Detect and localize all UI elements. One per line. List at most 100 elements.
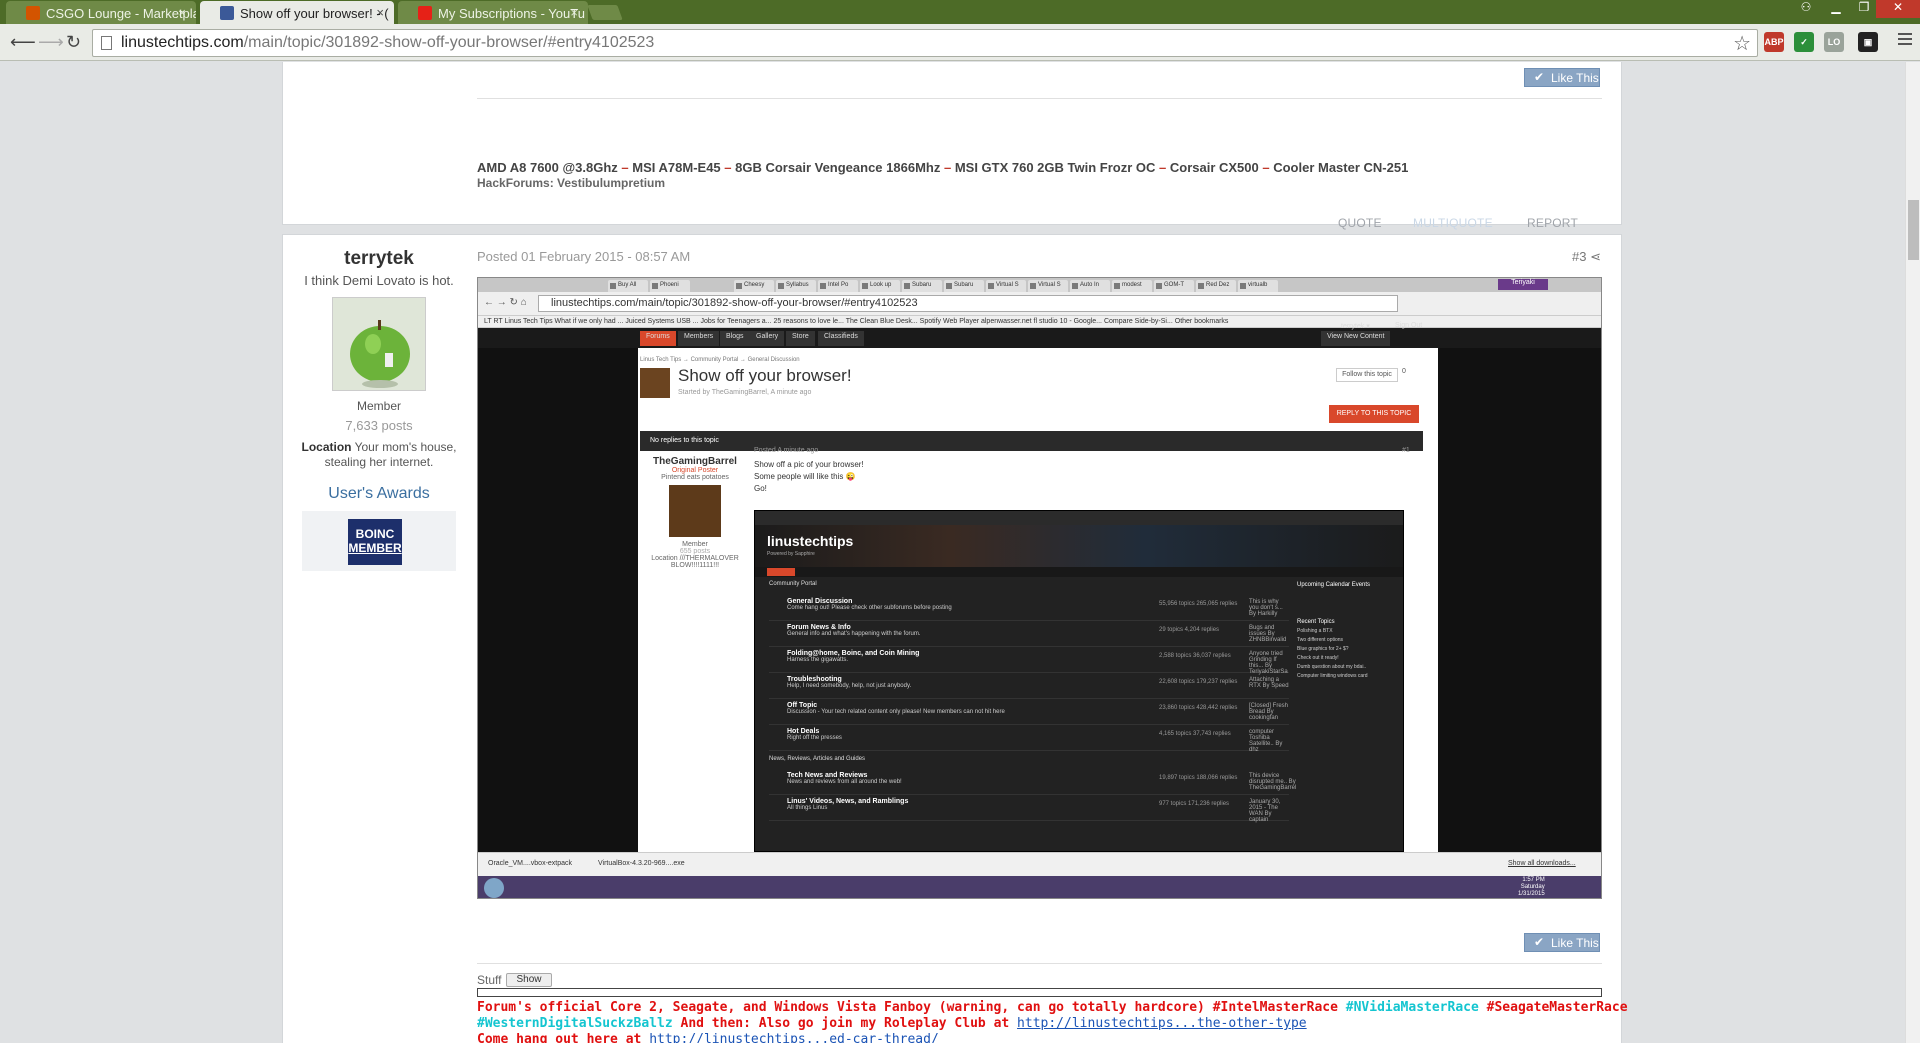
multiquote-link[interactable]: MULTIQUOTE bbox=[1413, 216, 1493, 230]
screenshot-tab: Virtual S bbox=[1028, 280, 1068, 292]
post-date: Posted 01 February 2015 - 08:57 AM bbox=[477, 249, 691, 264]
screenshot-navbar: Forums Members Blogs Gallery Store Class… bbox=[478, 322, 1601, 348]
report-link[interactable]: REPORT bbox=[1527, 216, 1578, 230]
nested-forum-last: computer Toshiba Satellite.. By dhz bbox=[1249, 729, 1283, 753]
spoiler-show-button[interactable]: Show bbox=[506, 973, 552, 987]
screenshot-show-all-downloads: Show all downloads... bbox=[1508, 860, 1576, 867]
new-tab-button[interactable] bbox=[587, 5, 623, 20]
screenshot-follow-count: 0 bbox=[1402, 368, 1406, 375]
nested-forum-stats: 29 topics 4,204 replies bbox=[1159, 627, 1220, 633]
screenshot-tab: Subaru bbox=[944, 280, 984, 292]
chrome-menu-icon[interactable] bbox=[1898, 33, 1912, 48]
back-arrow-icon[interactable]: ⟵ bbox=[10, 32, 36, 53]
nested-forum-stats: 23,860 topics 428,442 replies bbox=[1159, 705, 1238, 711]
nested-forum-desc: General info and what's happening with t… bbox=[787, 631, 921, 637]
author-name[interactable]: terrytek bbox=[283, 248, 475, 270]
checkmark-extension-icon[interactable]: ✓ bbox=[1794, 32, 1814, 52]
spec-separator: – bbox=[1258, 160, 1274, 175]
screenshot-right-margin bbox=[1438, 328, 1601, 852]
screenshot-downloads-bar: Oracle_VM....vbox-extpack VirtualBox-4.3… bbox=[478, 852, 1601, 876]
nested-recent-item: Two different options bbox=[1297, 637, 1344, 643]
screenshot-download-item: VirtualBox-4.3.20-969....exe bbox=[598, 860, 685, 867]
nested-forum-row: Folding@home, Boinc, and Coin Mining Harn… bbox=[769, 647, 1289, 675]
nested-forum-last: January 30, 2015 - The WAN By captain bbox=[1249, 799, 1281, 823]
minimize-button[interactable]: ▁ bbox=[1822, 0, 1850, 18]
nested-forum-row: Forum News & Info General info and what's… bbox=[769, 621, 1289, 647]
screenshot-tab: virtualb bbox=[1238, 280, 1278, 292]
screenshot-tab: Look up bbox=[860, 280, 900, 292]
page-scrollbar[interactable] bbox=[1905, 62, 1920, 1043]
avatar[interactable] bbox=[332, 297, 426, 391]
screenshot-tab: Virtual S bbox=[986, 280, 1026, 292]
spec-separator: – bbox=[940, 160, 955, 175]
screenshot-clock-date: 1/31/2015 bbox=[1518, 891, 1545, 897]
share-icon[interactable]: ⋖ bbox=[1590, 249, 1601, 264]
nested-forum-last: Bugs and issues By ZHNBBinvalid bbox=[1249, 625, 1287, 643]
nested-forum-desc: Help, I need somebody, help, not just an… bbox=[787, 683, 912, 689]
nested-forum-row: Hot Deals Right off the presses 4,165 topi… bbox=[769, 725, 1289, 753]
quote-link[interactable]: QUOTE bbox=[1338, 216, 1382, 230]
address-bar[interactable]: linustechtips.com/main/topic/301892-show… bbox=[92, 29, 1758, 57]
tab-show-off-your-browser[interactable]: Show off your browser! - ( × bbox=[200, 1, 394, 24]
tab-title: Show off your browser! - ( bbox=[240, 6, 389, 21]
like-button[interactable]: Like This bbox=[1524, 933, 1600, 952]
forward-arrow-icon[interactable]: ⟶ bbox=[38, 32, 64, 53]
divider bbox=[477, 98, 1602, 99]
restore-button[interactable]: ❐ bbox=[1850, 0, 1878, 18]
abp-icon[interactable]: ABP bbox=[1764, 32, 1784, 52]
screenshot-clock-day: Saturday bbox=[1520, 884, 1545, 890]
url-domain: linustechtips.com bbox=[121, 34, 244, 51]
nested-forum-desc: Right off the presses bbox=[787, 735, 842, 741]
screenshot-op-group: Member bbox=[682, 541, 708, 548]
post-number[interactable]: #3 ⋖ bbox=[1572, 249, 1601, 265]
like-button[interactable]: Like This bbox=[1524, 68, 1600, 87]
nested-banner: linustechtips Powered by Sapphire bbox=[755, 525, 1403, 567]
user-profile-icon[interactable]: ⚇ bbox=[1792, 0, 1820, 18]
close-tab-icon[interactable]: × bbox=[178, 5, 186, 20]
boinc-member-badge[interactable]: BOINC MEMBER bbox=[348, 519, 402, 565]
forum-post: terrytek I think Demi Lovato is hot. Mem… bbox=[282, 234, 1628, 1043]
screenshot-tab: Cheesy bbox=[734, 280, 774, 292]
spoiler-box bbox=[477, 988, 1602, 997]
reload-icon[interactable]: ↻ bbox=[66, 32, 81, 53]
nested-recent-item: Dumb question about my bdai.. bbox=[1297, 664, 1367, 670]
nested-forum-row: Tech News and Reviews News and reviews fr… bbox=[769, 769, 1296, 795]
scrollbar-thumb[interactable] bbox=[1908, 200, 1919, 260]
nested-events-title: Upcoming Calendar Events bbox=[1297, 582, 1371, 588]
car-thread-link[interactable]: http://linustechtips...ed-car-thread/ bbox=[649, 1032, 939, 1043]
nested-logo: linustechtips bbox=[767, 533, 854, 549]
close-tab-icon[interactable]: × bbox=[376, 5, 384, 20]
screenshot-op-location: Location ///THERMALOVER BLOW!!!!1111!!! bbox=[651, 555, 739, 569]
post-number-text: #3 bbox=[1572, 249, 1587, 264]
author-location: Location Your mom's house, stealing her … bbox=[283, 440, 475, 470]
nested-forum-row: Off Topic Discussion - Your tech related … bbox=[769, 699, 1289, 725]
spec-ram: 8GB Corsair Vengeance 1866Mhz bbox=[735, 160, 941, 175]
tab-csgo-lounge[interactable]: CSGO Lounge - Marketpla × bbox=[6, 1, 196, 24]
screenshot-tab: Phoeni bbox=[650, 280, 690, 292]
screenshot-op-badge: Original Poster bbox=[671, 467, 719, 474]
roleplay-club-link[interactable]: http://linustechtips...the-other-type bbox=[1017, 1016, 1307, 1031]
nested-portal-title: Community Portal bbox=[769, 581, 817, 587]
sig-text: Forum's official Core 2, Seagate, and Wi… bbox=[477, 1000, 1346, 1015]
screenshot-bookmarks-bar: LT RT Linus Tech Tips What if we only ha… bbox=[478, 316, 1601, 328]
close-tab-icon[interactable]: × bbox=[570, 5, 578, 20]
browser-screenshot-image[interactable]: Buy All Phoeni Cheesy Syllabus Intel Po … bbox=[477, 277, 1602, 899]
tab-youtube-subscriptions[interactable]: My Subscriptions - YouTu × bbox=[398, 1, 588, 24]
lastpass-icon[interactable]: LO bbox=[1824, 32, 1844, 52]
nested-forum-screenshot: linustechtips Powered by Sapphire Commun… bbox=[754, 510, 1404, 852]
screenshot-tab: Intel Po bbox=[818, 280, 858, 292]
tab-title: My Subscriptions - YouTu bbox=[438, 6, 585, 21]
screenshot-reply-button: REPLY TO THIS TOPIC bbox=[1329, 405, 1419, 423]
screenshot-nav-icons: ← → ↻ ⌂ bbox=[484, 297, 527, 308]
screenshot-started-by: Started by TheGamingBarrel, A minute ago bbox=[678, 389, 812, 396]
close-window-button[interactable]: ✕ bbox=[1876, 0, 1920, 18]
author-group: Member bbox=[356, 399, 401, 413]
cast-icon[interactable]: ▣ bbox=[1858, 32, 1878, 52]
nested-recent-item: Blue graphics for 2+ $? bbox=[1297, 646, 1349, 652]
nested-recent-item: Polishing a BTX bbox=[1297, 628, 1333, 634]
sig-hashtag: #SeagateMasterRace bbox=[1478, 1000, 1628, 1015]
screenshot-op-posts: 655 posts bbox=[679, 548, 711, 555]
nested-forum-desc: News and reviews from all around the web… bbox=[787, 779, 902, 785]
bookmark-star-icon[interactable]: ☆ bbox=[1733, 31, 1751, 56]
signature-line-1: Forum's official Core 2, Seagate, and Wi… bbox=[477, 1000, 1628, 1015]
